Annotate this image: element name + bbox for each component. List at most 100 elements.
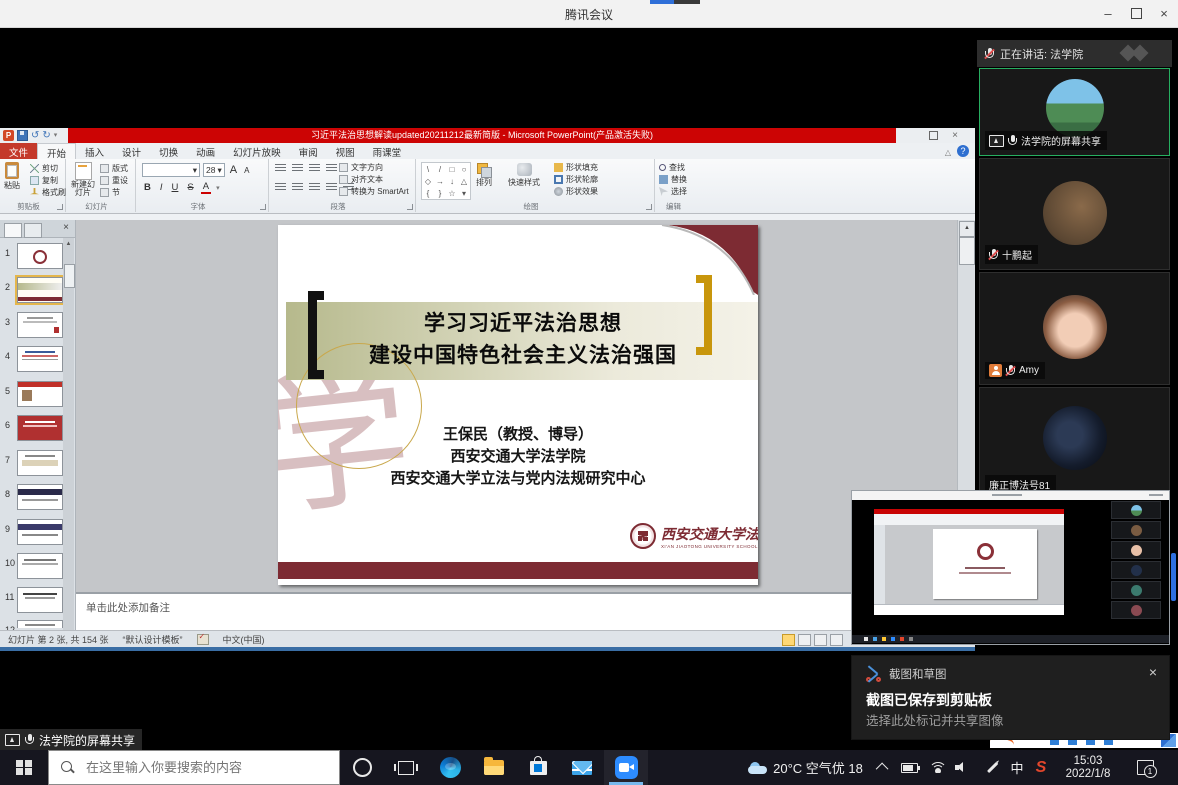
align-right-icon[interactable] bbox=[309, 183, 320, 192]
task-view-button[interactable] bbox=[384, 750, 428, 785]
qat-dropdown-icon[interactable]: ▾ bbox=[54, 131, 58, 141]
spellcheck-icon[interactable] bbox=[197, 634, 209, 645]
tray-expand-icon[interactable] bbox=[872, 750, 894, 785]
tab-view[interactable]: 视图 bbox=[327, 143, 364, 159]
wifi-icon[interactable] bbox=[926, 750, 950, 785]
copy-button[interactable]: 复制 bbox=[30, 175, 66, 186]
slide-thumbnail-4[interactable] bbox=[17, 346, 63, 372]
slides-panel-scrollbar[interactable]: ▲ bbox=[63, 238, 74, 630]
snip-toast[interactable]: 截图和草图 × 截图已保存到剪贴板 选择此处标记并共享图像 bbox=[851, 655, 1170, 740]
quick-styles-button[interactable]: 快速样式 bbox=[508, 163, 540, 188]
participant-tile[interactable]: Amy bbox=[979, 272, 1170, 385]
action-center-button[interactable]: 1 bbox=[1128, 750, 1162, 785]
select-button[interactable]: 选择 bbox=[659, 186, 687, 197]
grow-font-button[interactable]: A bbox=[228, 164, 239, 176]
slide-org2[interactable]: 西安交通大学立法与党内法规研究中心 bbox=[318, 467, 718, 488]
strikethrough-button[interactable]: S bbox=[185, 182, 195, 193]
scroll-up-button[interactable]: ▲ bbox=[959, 221, 975, 237]
shape-fill-button[interactable]: 形状填充 bbox=[554, 162, 598, 173]
align-text-button[interactable]: 对齐文本 bbox=[339, 174, 409, 185]
reset-button[interactable]: 重设 bbox=[100, 175, 128, 186]
slide-thumbnail-1[interactable] bbox=[17, 243, 63, 269]
close-button[interactable]: × bbox=[1150, 0, 1178, 26]
arrange-button[interactable]: 排列 bbox=[476, 163, 492, 188]
scroll-up-icon[interactable]: ▲ bbox=[63, 241, 74, 247]
bold-button[interactable]: B bbox=[142, 182, 153, 193]
sidebar-scrollbar-thumb[interactable] bbox=[1171, 553, 1176, 601]
slide-thumbnail-11[interactable] bbox=[17, 587, 63, 613]
notes-pane[interactable]: 单击此处添加备注 bbox=[76, 592, 975, 630]
shape-outline-button[interactable]: 形状轮廓 bbox=[554, 174, 598, 185]
weather-icon[interactable] bbox=[745, 750, 771, 785]
slide-thumbnail-12[interactable] bbox=[17, 620, 63, 628]
redo-icon[interactable]: ↻ bbox=[42, 131, 50, 141]
font-size-box[interactable]: 28▾ bbox=[203, 163, 225, 177]
smartart-button[interactable]: 转换为 SmartArt bbox=[339, 186, 409, 197]
participant-tile-sharing[interactable]: 法学院的屏幕共享 bbox=[979, 68, 1170, 156]
taskbar-clock[interactable]: 15:03 2022/1/8 bbox=[1058, 750, 1118, 785]
section-button[interactable]: 节 bbox=[100, 187, 128, 198]
minimize-button[interactable]: – bbox=[1094, 0, 1122, 26]
slide-thumbnail-3[interactable] bbox=[17, 312, 63, 338]
toast-subtitle[interactable]: 选择此处标记并共享图像 bbox=[866, 710, 1004, 729]
italic-button[interactable]: I bbox=[158, 182, 165, 193]
decrease-indent-icon[interactable] bbox=[309, 164, 320, 173]
justify-icon[interactable] bbox=[326, 183, 337, 192]
slide-thumbnail-5[interactable] bbox=[17, 381, 63, 407]
find-button[interactable]: 查找 bbox=[659, 162, 687, 173]
font-more-dropdown-icon[interactable]: ▾ bbox=[216, 184, 220, 192]
volume-icon[interactable] bbox=[950, 750, 974, 785]
slide-thumbnail-10[interactable] bbox=[17, 553, 63, 579]
file-explorer-button[interactable] bbox=[472, 750, 516, 785]
paragraph-dialog-launcher[interactable] bbox=[407, 204, 413, 210]
ribbon-collapse-icon[interactable]: △ bbox=[945, 148, 951, 157]
tab-slideshow[interactable]: 幻灯片放映 bbox=[224, 143, 290, 159]
canvas-scrollbar-thumb[interactable] bbox=[959, 237, 975, 265]
mail-button[interactable] bbox=[560, 750, 604, 785]
status-language[interactable]: 中文(中国) bbox=[223, 633, 265, 646]
align-center-icon[interactable] bbox=[292, 183, 303, 192]
taskbar-search[interactable] bbox=[48, 750, 340, 785]
search-input[interactable] bbox=[84, 759, 328, 776]
tab-file[interactable]: 文件 bbox=[0, 143, 37, 159]
text-direction-button[interactable]: 文字方向 bbox=[339, 162, 409, 173]
slideshow-view-button[interactable] bbox=[830, 634, 843, 646]
pen-icon[interactable] bbox=[980, 750, 1004, 785]
tab-animations[interactable]: 动画 bbox=[187, 143, 224, 159]
sogou-icon[interactable]: S bbox=[1030, 750, 1052, 785]
slide-thumbnail-2-selected[interactable] bbox=[17, 277, 63, 303]
ime-indicator[interactable]: 中 bbox=[1006, 750, 1028, 785]
scrollbar-thumb[interactable] bbox=[64, 264, 75, 288]
slides-panel-close-icon[interactable]: × bbox=[63, 222, 69, 233]
shape-effects-button[interactable]: 形状效果 bbox=[554, 186, 598, 197]
store-button[interactable] bbox=[516, 750, 560, 785]
tencent-meeting-button[interactable] bbox=[604, 750, 648, 785]
cortana-button[interactable] bbox=[340, 750, 384, 785]
layout-button[interactable]: 版式 bbox=[100, 163, 128, 174]
participant-tile[interactable]: 十鹏起 bbox=[979, 158, 1170, 270]
new-slide-button[interactable]: 新建幻灯片 bbox=[68, 162, 98, 197]
slide-thumbnail-8[interactable] bbox=[17, 484, 63, 510]
battery-icon[interactable] bbox=[897, 750, 921, 785]
paste-button[interactable]: 粘贴 bbox=[4, 162, 20, 191]
increase-indent-icon[interactable] bbox=[326, 164, 337, 173]
shape-gallery[interactable]: \/□○ ◇→↓△ {}☆▾ bbox=[421, 162, 471, 200]
tab-transitions[interactable]: 切换 bbox=[150, 143, 187, 159]
slide-author[interactable]: 王保民（教授、博导） bbox=[318, 423, 718, 444]
powerpoint-app-icon[interactable]: P bbox=[3, 130, 14, 141]
edge-button[interactable] bbox=[428, 750, 472, 785]
font-color-button[interactable]: A bbox=[201, 181, 211, 194]
meeting-topbar-tab[interactable] bbox=[650, 0, 700, 4]
slide-title-line1[interactable]: 学习习近平法治思想 bbox=[338, 307, 708, 337]
slide-title-line2[interactable]: 建设中国特色社会主义法治强国 bbox=[328, 339, 718, 369]
tab-insert[interactable]: 插入 bbox=[76, 143, 113, 159]
ppt-restore-button[interactable] bbox=[923, 130, 943, 141]
cut-button[interactable]: 剪切 bbox=[30, 163, 66, 174]
format-painter-button[interactable]: 格式刷 bbox=[30, 187, 66, 198]
toast-close-icon[interactable]: × bbox=[1149, 664, 1157, 680]
underline-button[interactable]: U bbox=[170, 182, 181, 193]
replace-button[interactable]: 替换 bbox=[659, 174, 687, 185]
align-left-icon[interactable] bbox=[275, 183, 286, 192]
weather-widget[interactable]: 20°C 空气优 18 bbox=[772, 750, 864, 785]
tab-design[interactable]: 设计 bbox=[113, 143, 150, 159]
